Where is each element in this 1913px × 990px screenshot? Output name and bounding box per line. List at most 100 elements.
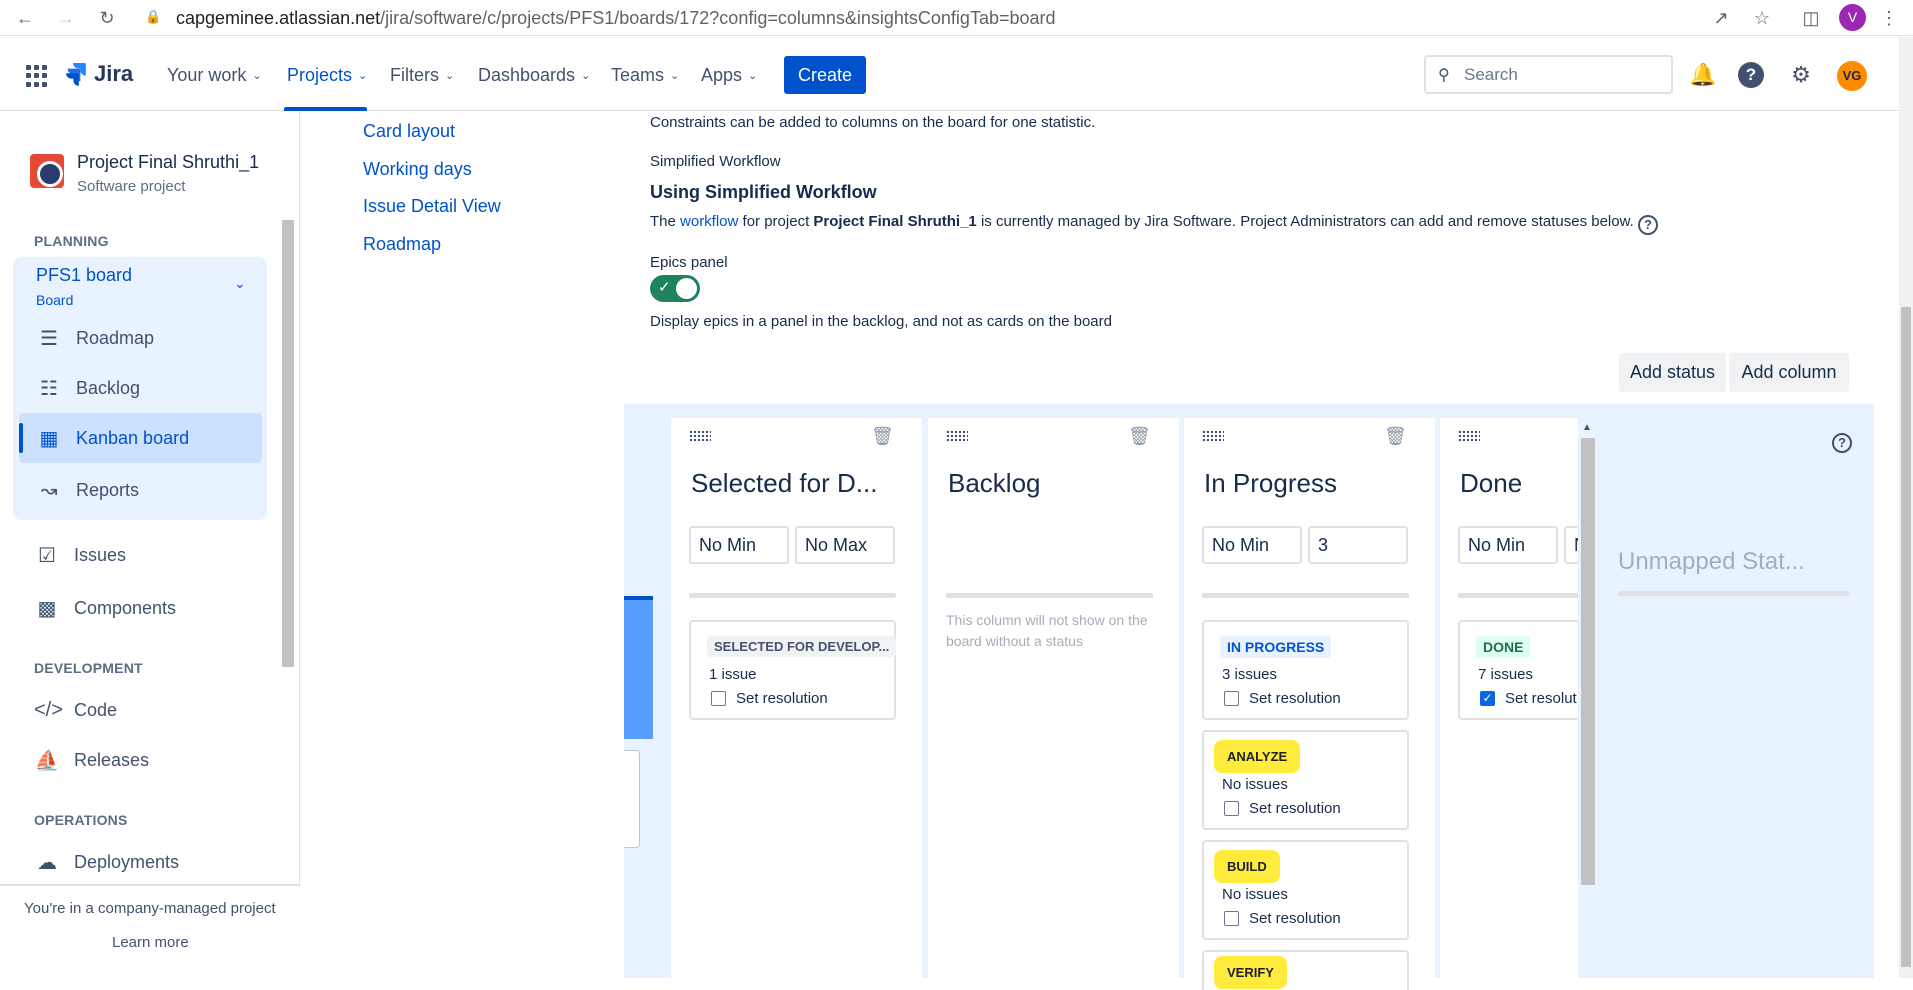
column-max-input[interactable]: N [1564,526,1578,564]
checkbox-unchecked[interactable] [1224,801,1239,816]
nav-your-work-label: Your work [167,65,247,85]
trash-icon[interactable]: 🗑 [871,426,894,447]
sidebar-item-roadmap[interactable]: ☰ Roadmap [36,318,154,358]
create-button[interactable]: Create [784,56,866,94]
column-min-input[interactable]: No Min [1202,526,1302,564]
set-resolution-checkbox[interactable]: Set resolution [1224,690,1341,707]
column-backlog[interactable]: 🗑 Backlog This column will not show on t… [928,418,1179,978]
columns-scroll-thumb[interactable] [1581,438,1595,885]
settings-working-days-link[interactable]: Working days [363,159,472,180]
drag-handle-icon[interactable] [689,430,711,442]
code-icon: </> [34,698,63,721]
settings-roadmap-link[interactable]: Roadmap [363,234,441,255]
column-in-progress[interactable]: 🗑 In Progress No Min 3 IN PROGRESS 3 iss… [1184,418,1435,990]
url-path: /jira/software/c/projects/PFS1/boards/17… [380,8,1056,28]
address-bar[interactable]: capgeminee.atlassian.net/jira/software/c… [176,8,1056,29]
search-input[interactable]: ⚲ Search [1424,55,1673,94]
drag-handle-icon[interactable] [1458,430,1480,442]
column-title[interactable]: Backlog [948,468,1041,499]
status-lozenge: ANALYZE [1220,746,1295,767]
sidebar-item-label: Components [74,597,177,618]
status-card[interactable]: BUILD No issues Set resolution [1202,840,1409,940]
nav-filters[interactable]: Filters ⌄ [390,65,454,86]
notifications-icon[interactable]: 🔔 [1689,62,1716,88]
add-column-button[interactable]: Add column [1729,353,1849,392]
sidebar-item-label: Code [74,699,118,720]
reload-icon[interactable]: ↻ [96,7,118,29]
browser-profile-avatar[interactable]: V [1839,4,1866,31]
set-resolution-checkbox[interactable]: Set resolution [1224,800,1341,817]
column-min-input[interactable]: No Min [689,526,789,564]
help-icon[interactable]: ? [1738,62,1764,88]
column-title[interactable]: Done [1460,468,1522,499]
status-card[interactable]: VERIFY [1202,950,1409,990]
browser-menu-icon[interactable]: ⋮ [1878,7,1900,29]
sidebar-item-issues[interactable]: ☑ Issues [34,535,126,575]
column-title[interactable]: In Progress [1204,468,1337,499]
page-scrollbar[interactable] [1899,37,1913,978]
forward-icon[interactable]: → [55,7,77,29]
drag-handle-icon[interactable] [946,430,968,442]
trash-icon[interactable]: 🗑 [1384,426,1407,447]
add-status-button[interactable]: Add status [1619,353,1726,392]
nav-dashboards[interactable]: Dashboards ⌄ [478,65,590,86]
column-min-input[interactable]: No Min [1458,526,1558,564]
column-selected-for-development[interactable]: 🗑 Selected for D... No Min No Max SELECT… [671,418,922,978]
checkbox-unchecked[interactable] [1224,691,1239,706]
sidepanel-icon[interactable]: ◫ [1800,7,1822,29]
sidebar-scroll-thumb[interactable] [282,220,294,667]
status-card[interactable]: DONE 7 issues ✓ Set resolut [1458,620,1578,720]
sidebar-item-label: Reports [76,479,140,500]
chevron-down-icon[interactable]: ⌄ [234,275,246,292]
status-card[interactable]: SELECTED FOR DEVELOP... 1 issue Set reso… [689,620,897,720]
epics-panel-toggle[interactable]: ✓ [650,275,700,302]
share-icon[interactable]: ↗ [1710,7,1732,29]
learn-more-link[interactable]: Learn more [112,934,189,951]
lock-icon[interactable]: 🔒 [145,9,161,25]
column-done[interactable]: Done No Min N DONE 7 issues ✓ Set resolut [1440,418,1578,978]
status-card[interactable]: ANALYZE No issues Set resolution [1202,730,1409,830]
nav-apps[interactable]: Apps ⌄ [701,65,757,86]
sidebar-item-label: Issues [74,544,127,565]
trash-icon[interactable]: 🗑 [1128,426,1151,447]
page-scroll-thumb[interactable] [1901,307,1911,967]
sidebar-scrollbar[interactable] [280,212,296,867]
sidebar-item-deployments[interactable]: ☁ Deployments [34,842,179,882]
jira-logo[interactable]: Jira [64,61,133,87]
nav-teams[interactable]: Teams ⌄ [611,65,679,86]
help-circle-icon[interactable]: ? [1637,215,1658,235]
workflow-link[interactable]: workflow [680,213,738,230]
columns-scrollbar[interactable]: ▲ [1579,420,1595,885]
app-switcher-icon[interactable] [26,65,48,87]
column-max-input[interactable]: No Max [795,526,895,564]
nav-projects[interactable]: Projects ⌄ [287,65,367,86]
set-resolution-checkbox[interactable]: Set resolution [711,690,828,707]
set-resolution-checkbox[interactable]: Set resolution [1224,910,1341,927]
sidebar-item-reports[interactable]: ↝ Reports [36,470,139,510]
settings-issue-detail-view-link[interactable]: Issue Detail View [363,196,501,217]
sidebar-item-releases[interactable]: ⛵ Releases [34,740,150,780]
checkbox-unchecked[interactable] [1224,911,1239,926]
settings-card-layout-link[interactable]: Card layout [363,121,455,142]
back-icon[interactable]: ← [14,7,36,29]
unmapped-help-icon[interactable]: ? [1832,431,1852,453]
sidebar-item-kanban-board[interactable]: ▦ Kanban board [36,418,190,458]
url-host: capgeminee.atlassian.net [176,8,381,28]
drag-handle-icon[interactable] [1202,430,1224,442]
nav-your-work[interactable]: Your work ⌄ [167,65,262,86]
board-name[interactable]: PFS1 board [36,265,132,286]
sidebar-item-backlog[interactable]: ☷ Backlog [36,368,140,408]
set-resolution-checkbox[interactable]: ✓ Set resolut [1480,690,1577,707]
column-max-input[interactable]: 3 [1308,526,1408,564]
user-avatar[interactable]: VG [1837,61,1867,91]
scroll-up-arrow-icon[interactable]: ▲ [1582,422,1592,433]
checkbox-unchecked[interactable] [711,691,726,706]
sidebar-item-code[interactable]: </> Code [34,690,117,730]
sidebar-item-components[interactable]: ▩ Components [34,588,177,628]
settings-gear-icon[interactable]: ⚙ [1788,62,1814,88]
checkbox-checked[interactable]: ✓ [1480,691,1495,706]
status-card[interactable]: IN PROGRESS 3 issues Set resolution [1202,620,1409,720]
bookmark-star-icon[interactable]: ☆ [1751,7,1773,29]
column-title[interactable]: Selected for D... [691,468,906,499]
selected-item-indicator [19,423,23,453]
